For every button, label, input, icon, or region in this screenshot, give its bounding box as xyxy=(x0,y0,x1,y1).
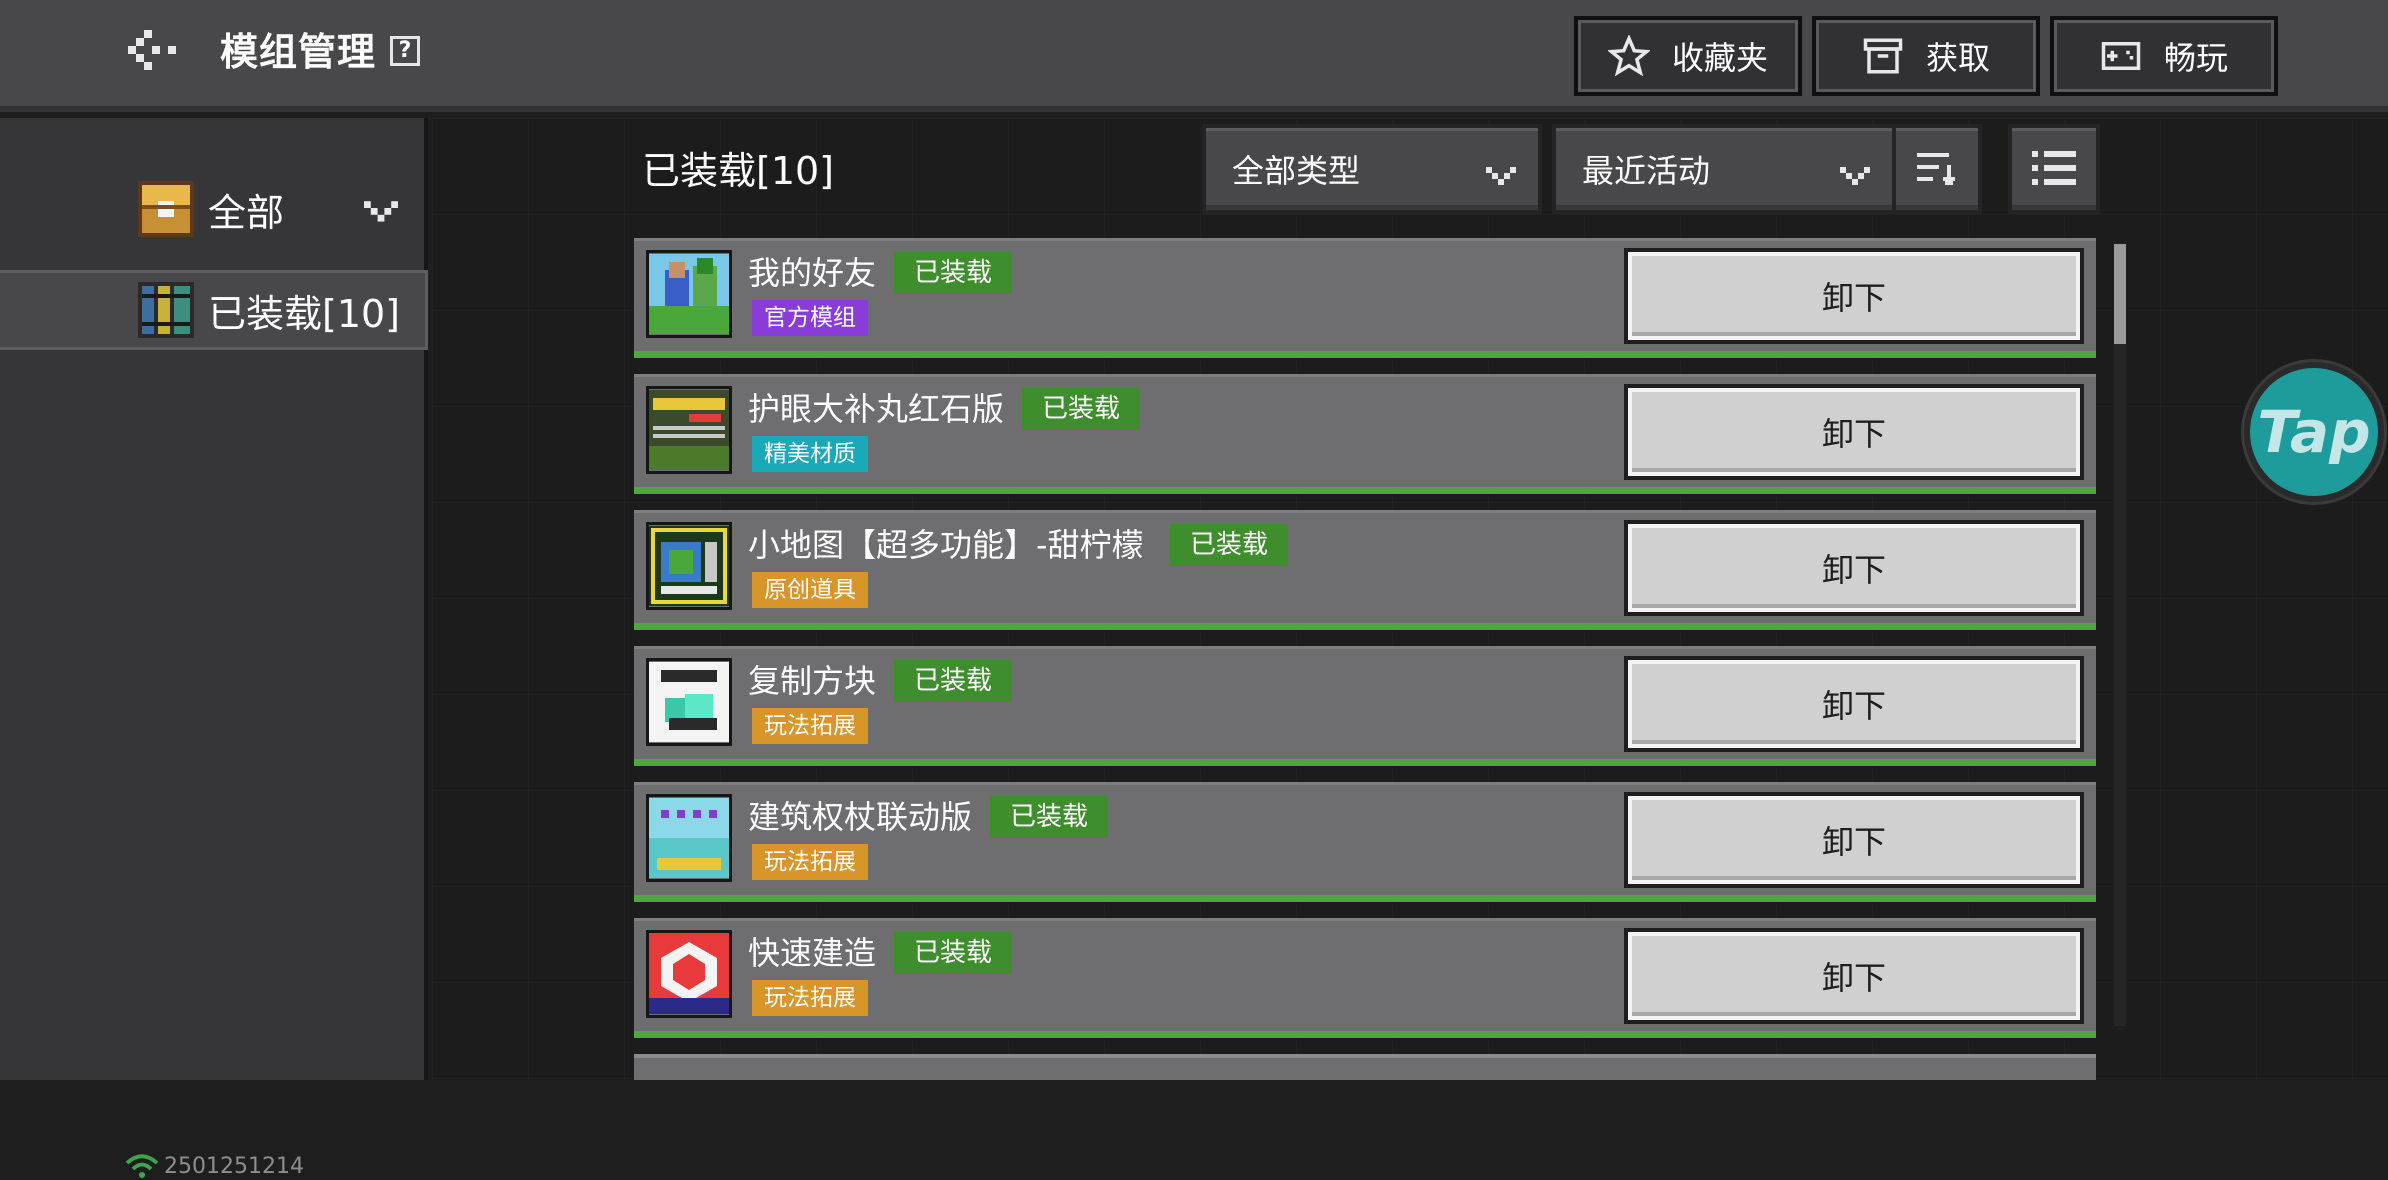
mod-row: 建筑权杖联动版 已装载 玩法拓展 卸下 xyxy=(634,782,2096,902)
unload-button[interactable]: 卸下 xyxy=(1624,928,2084,1024)
obtain-label: 获取 xyxy=(1925,39,1990,77)
unload-button[interactable]: 卸下 xyxy=(1624,792,2084,888)
category-tag: 原创道具 xyxy=(752,572,868,608)
sort-filter-value: 最近活动 xyxy=(1582,152,1711,190)
installed-badge: 已装载 xyxy=(894,252,1013,294)
top-bar: 模组管理 ? 收藏夹 获取 畅玩 xyxy=(0,0,2388,112)
sidebar-item-label: 已装载[10] xyxy=(208,291,401,336)
chevron-down-icon xyxy=(1486,167,1516,185)
tap-floating-button[interactable]: Tap xyxy=(2244,362,2384,502)
page-title: 模组管理 xyxy=(220,30,377,74)
installed-badge: 已装载 xyxy=(894,932,1013,974)
sidebar-item-label: 全部 xyxy=(208,190,285,235)
mod-row: 护眼大补丸红石版 已装载 精美材质 卸下 xyxy=(634,374,2096,494)
chevron-down-icon xyxy=(1840,167,1870,185)
sort-descending-icon xyxy=(1917,153,1955,185)
unload-button[interactable]: 卸下 xyxy=(1624,520,2084,616)
gamepad-icon xyxy=(2101,42,2141,70)
mod-name: 复制方块 xyxy=(748,662,877,700)
status-id: 2501251214 xyxy=(164,1153,304,1179)
mod-thumbnail-image xyxy=(649,662,729,742)
sidebar: 全部 已装载[10] 2501251214 xyxy=(0,118,428,1179)
mod-row: 小地图【超多功能】-甜柠檬 已装载 原创道具 卸下 xyxy=(634,510,2096,630)
mod-name: 护眼大补丸红石版 xyxy=(748,390,1005,428)
chevron-down-icon[interactable] xyxy=(364,191,398,225)
installed-badge: 已装载 xyxy=(990,796,1109,838)
mod-row: 复制方块 已装载 玩法拓展 卸下 xyxy=(634,646,2096,766)
installed-badge: 已装载 xyxy=(1170,524,1289,566)
sidebar-item-installed[interactable]: 已装载[10] xyxy=(0,270,428,350)
section-title: 已装载[10] xyxy=(642,149,835,193)
sort-filter-dropdown[interactable]: 最近活动 xyxy=(1552,124,1896,214)
mod-name: 建筑权杖联动版 xyxy=(748,798,973,836)
help-icon[interactable]: ? xyxy=(390,36,420,66)
mod-thumbnail-image xyxy=(649,798,729,878)
category-tag: 精美材质 xyxy=(752,436,868,472)
mod-thumbnail xyxy=(646,930,732,1018)
box-icon xyxy=(1863,38,1903,74)
wifi-icon xyxy=(125,1154,159,1178)
category-tag: 玩法拓展 xyxy=(752,980,868,1016)
sidebar-item-all[interactable]: 全部 xyxy=(0,169,428,249)
unload-button[interactable]: 卸下 xyxy=(1624,248,2084,344)
play-button[interactable]: 畅玩 xyxy=(2050,16,2278,96)
back-arrow-icon xyxy=(128,30,176,70)
mod-name: 小地图【超多功能】-甜柠檬 xyxy=(748,526,1144,564)
category-tag: 玩法拓展 xyxy=(752,708,868,744)
favorites-label: 收藏夹 xyxy=(1671,39,1768,77)
mod-thumbnail xyxy=(646,250,732,338)
mod-name: 快速建造 xyxy=(748,934,877,972)
installed-badge: 已装载 xyxy=(1022,388,1141,430)
mod-name: 我的好友 xyxy=(748,254,877,292)
mod-row: 快速建造 已装载 玩法拓展 卸下 xyxy=(634,918,2096,1038)
books-icon xyxy=(138,282,194,338)
mod-thumbnail xyxy=(646,794,732,882)
type-filter-dropdown[interactable]: 全部类型 xyxy=(1202,124,1542,214)
obtain-button[interactable]: 获取 xyxy=(1812,16,2040,96)
favorites-button[interactable]: 收藏夹 xyxy=(1574,16,1802,96)
mod-thumbnail-image xyxy=(649,254,729,334)
mod-thumbnail-image xyxy=(649,934,729,1014)
mod-thumbnail xyxy=(646,658,732,746)
list-view-button[interactable] xyxy=(2008,124,2100,214)
mod-thumbnail-image xyxy=(649,526,729,606)
unload-button[interactable]: 卸下 xyxy=(1624,656,2084,752)
unload-button[interactable]: 卸下 xyxy=(1624,384,2084,480)
list-view-icon xyxy=(2032,151,2076,185)
star-icon xyxy=(1607,35,1650,77)
scrollbar-thumb[interactable] xyxy=(2114,244,2126,344)
mod-row-partial xyxy=(634,1054,2096,1080)
play-label: 畅玩 xyxy=(2163,39,2228,77)
mod-thumbnail-image xyxy=(649,390,729,470)
type-filter-value: 全部类型 xyxy=(1232,152,1361,190)
category-tag: 玩法拓展 xyxy=(752,844,868,880)
chest-icon xyxy=(138,181,194,237)
mod-thumbnail xyxy=(646,522,732,610)
category-tag: 官方模组 xyxy=(752,300,868,336)
mod-thumbnail xyxy=(646,386,732,474)
installed-badge: 已装载 xyxy=(894,660,1013,702)
scrollbar[interactable] xyxy=(2114,244,2126,1026)
sort-order-button[interactable] xyxy=(1892,124,1982,214)
back-button[interactable] xyxy=(128,22,192,78)
mod-row: 我的好友 已装载 官方模组 卸下 xyxy=(634,238,2096,358)
network-status: 2501251214 xyxy=(124,1152,304,1180)
